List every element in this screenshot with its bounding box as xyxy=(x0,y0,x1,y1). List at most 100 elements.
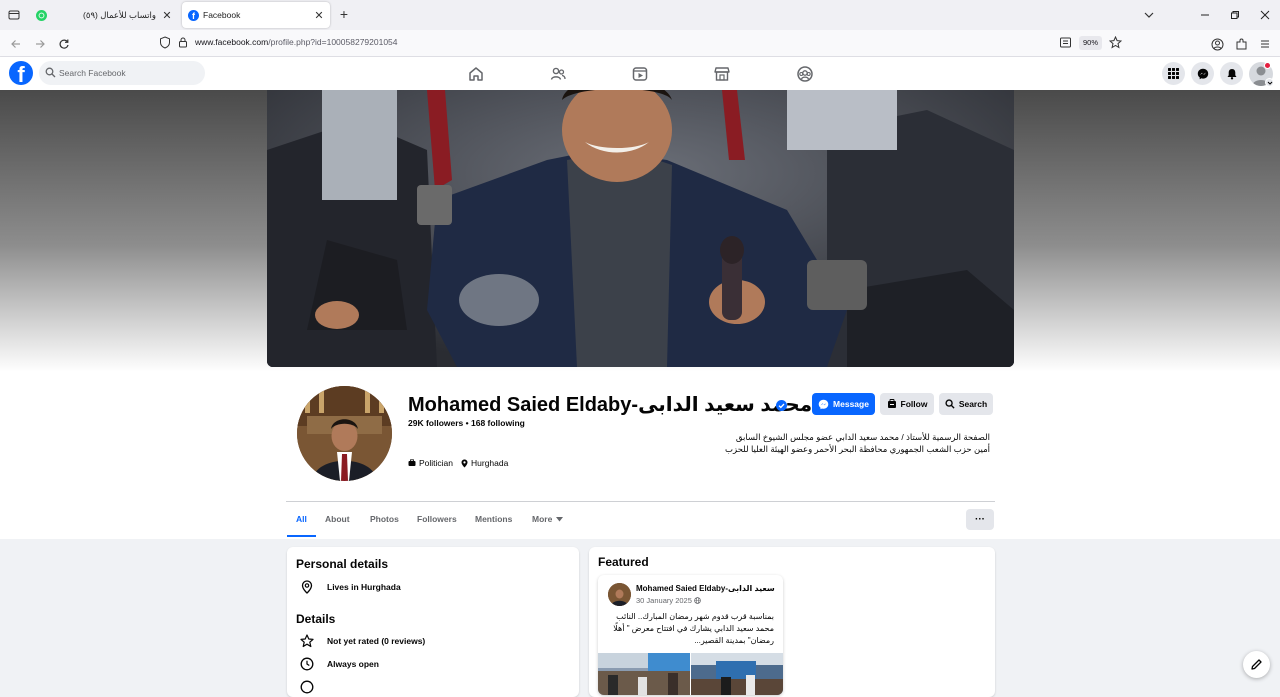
reader-view-icon[interactable] xyxy=(1059,36,1072,49)
tab-whatsapp[interactable]: واتساب للأعمال (٥٩) ✕ xyxy=(30,2,178,28)
hours-text: Always open xyxy=(327,659,379,669)
follow-icon xyxy=(887,399,897,409)
caret-down-icon xyxy=(556,516,564,521)
briefcase-icon xyxy=(408,459,416,467)
friends-icon[interactable] xyxy=(549,65,567,83)
message-button[interactable]: Message xyxy=(812,393,875,415)
pencil-icon xyxy=(1250,658,1263,671)
compose-message-button[interactable] xyxy=(1243,651,1270,678)
profile-name: Mohamed Saied Eldaby-محمد سعيد الدابى xyxy=(408,394,813,416)
tab-followers[interactable]: Followers xyxy=(417,514,457,524)
location-label: Hurghada xyxy=(471,458,509,468)
message-label: Message xyxy=(833,399,869,409)
profile-bio: الصفحة الرسمية للأستاذ / محمد سعيد الداب… xyxy=(620,431,990,455)
search-icon xyxy=(945,399,955,409)
category-label: Politician xyxy=(419,458,454,468)
reload-icon[interactable] xyxy=(55,35,73,53)
post-author-name[interactable]: Mohamed Saied Eldaby-سعيد الدابى xyxy=(636,584,775,593)
tab-more-label: More xyxy=(532,514,553,524)
browser-tab-bar: واتساب للأعمال (٥٩) ✕ f Facebook ✕ + xyxy=(0,0,1280,30)
shield-icon[interactable] xyxy=(159,36,171,49)
tab-list-icon[interactable] xyxy=(4,5,24,25)
more-detail-row xyxy=(300,680,327,694)
lock-icon[interactable] xyxy=(178,37,188,48)
zoom-level[interactable]: 90% xyxy=(1079,36,1103,50)
follow-button[interactable]: Follow xyxy=(880,393,934,415)
personal-details-title: Personal details xyxy=(296,557,389,571)
facebook-logo[interactable]: f xyxy=(9,61,33,85)
menu-icon[interactable] xyxy=(1256,35,1274,53)
follow-stats: 29K followers • 168 following xyxy=(408,418,525,428)
back-icon[interactable] xyxy=(7,35,25,53)
tab-about[interactable]: About xyxy=(325,514,350,524)
cover-photo[interactable] xyxy=(267,90,1014,367)
post-image[interactable] xyxy=(598,653,690,695)
tab-photos[interactable]: Photos xyxy=(370,514,399,524)
minimize-icon[interactable] xyxy=(1189,0,1221,30)
rating-row: Not yet rated (0 reviews) xyxy=(300,634,425,648)
tab-facebook[interactable]: f Facebook ✕ xyxy=(182,2,330,28)
marketplace-icon[interactable] xyxy=(713,65,731,83)
search-icon xyxy=(45,67,56,78)
close-tab-icon[interactable]: ✕ xyxy=(160,8,174,22)
star-icon xyxy=(300,634,314,648)
post-text: بمناسبة قرب قدوم شهر رمضان المبارك.. الن… xyxy=(613,612,774,645)
search-profile-button[interactable]: Search xyxy=(939,393,993,415)
close-window-icon[interactable] xyxy=(1249,0,1280,30)
bell-icon[interactable] xyxy=(1220,62,1243,85)
more-options-button[interactable]: ··· xyxy=(966,509,994,530)
url-text: www.facebook.com/profile.php?id=10005827… xyxy=(195,37,398,47)
notification-dot xyxy=(1264,62,1271,69)
facebook-icon: f xyxy=(188,9,199,21)
url-host: www.facebook.com xyxy=(195,37,269,47)
new-tab-button[interactable]: + xyxy=(336,6,352,22)
home-icon[interactable] xyxy=(467,65,485,83)
browser-nav-bar: www.facebook.com/profile.php?id=10005827… xyxy=(0,30,1280,57)
featured-post[interactable]: Mohamed Saied Eldaby-سعيد الدابى 30 Janu… xyxy=(598,575,783,695)
messenger-icon[interactable] xyxy=(1191,62,1214,85)
lives-in-text: Lives in Hurghada xyxy=(327,582,401,592)
tab-all[interactable]: All xyxy=(296,514,307,524)
tab-title: Facebook xyxy=(203,10,241,20)
hours-row: Always open xyxy=(300,657,379,671)
post-author-avatar[interactable] xyxy=(608,583,631,606)
groups-icon[interactable] xyxy=(796,65,814,83)
post-date-text: 30 January 2025 xyxy=(636,596,692,605)
url-path: /profile.php?id=100058279201054 xyxy=(268,37,398,47)
following-count[interactable]: 168 following xyxy=(471,418,525,428)
search-placeholder: Search Facebook xyxy=(59,68,126,78)
forward-icon[interactable] xyxy=(31,35,49,53)
profile-divider xyxy=(286,501,995,502)
post-date[interactable]: 30 January 2025 xyxy=(636,596,701,605)
intro-card: Personal details Lives in Hurghada Detai… xyxy=(287,547,579,697)
location-pin-icon xyxy=(300,580,314,594)
video-icon[interactable] xyxy=(631,65,649,83)
info-icon xyxy=(300,680,314,694)
messenger-icon xyxy=(818,399,829,410)
lives-in-row: Lives in Hurghada xyxy=(300,580,401,594)
star-bookmark-icon[interactable] xyxy=(1109,36,1122,49)
post-image[interactable] xyxy=(691,653,783,695)
tab-mentions[interactable]: Mentions xyxy=(475,514,512,524)
chevron-down-icon[interactable] xyxy=(1141,7,1157,23)
account-icon[interactable] xyxy=(1208,35,1226,53)
tab-more[interactable]: More xyxy=(532,514,564,524)
chevron-down-icon[interactable] xyxy=(1265,78,1274,87)
active-tab-indicator xyxy=(287,535,316,537)
url-bar[interactable]: www.facebook.com/profile.php?id=10005827… xyxy=(152,32,1128,54)
search-input[interactable]: Search Facebook xyxy=(39,61,205,85)
extensions-icon[interactable] xyxy=(1232,35,1250,53)
profile-avatar[interactable] xyxy=(294,383,395,484)
follow-label: Follow xyxy=(900,399,928,409)
whatsapp-icon xyxy=(36,9,47,21)
location-pin-icon xyxy=(461,459,468,468)
details-title: Details xyxy=(296,612,336,626)
menu-grid-icon[interactable] xyxy=(1162,62,1185,85)
globe-icon xyxy=(694,597,701,604)
close-tab-icon[interactable]: ✕ xyxy=(312,8,326,22)
bio-line: أمين حزب الشعب الجمهوري محافظة البحر الأ… xyxy=(725,444,990,454)
restore-icon[interactable] xyxy=(1219,0,1251,30)
tab-title: واتساب للأعمال (٥٩) xyxy=(83,9,156,20)
followers-count[interactable]: 29K followers xyxy=(408,418,463,428)
featured-title: Featured xyxy=(598,555,649,569)
